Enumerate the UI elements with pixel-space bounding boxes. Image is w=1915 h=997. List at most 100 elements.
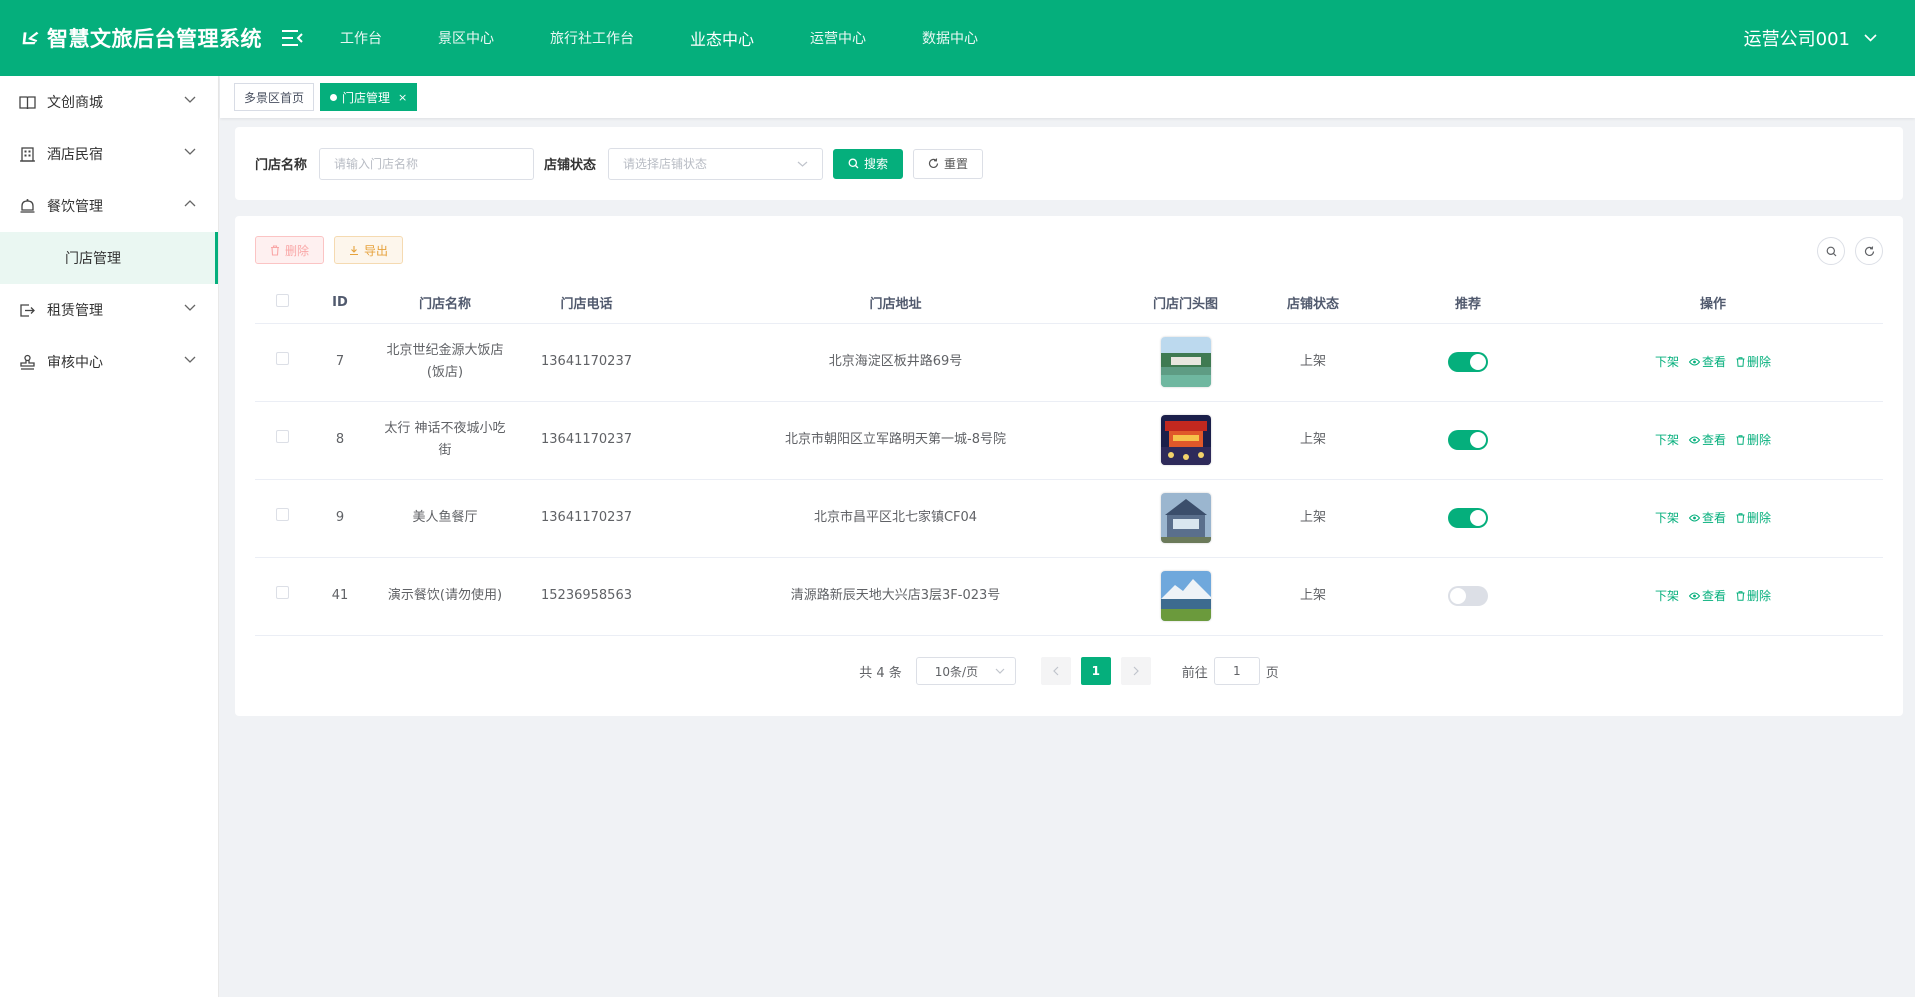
night-market-image[interactable] <box>1160 415 1211 465</box>
chevron-down-icon <box>184 304 196 311</box>
export-button[interactable]: 导出 <box>334 236 404 264</box>
button-label: 删除 <box>1747 433 1772 447</box>
row-checkbox[interactable] <box>276 508 289 521</box>
cell-id: 8 <box>310 401 370 480</box>
delete-button[interactable]: 删除 <box>1736 351 1771 373</box>
recommend-switch[interactable] <box>1448 585 1488 606</box>
menu-toggle-icon[interactable] <box>282 29 304 47</box>
chevron-right-icon <box>1133 666 1139 676</box>
view-button[interactable]: 查看 <box>1688 585 1726 607</box>
sidebar-item-cultural-mall[interactable]: 文创商城 <box>0 76 218 128</box>
topnav-item-travel-agency[interactable]: 旅行社工作台 <box>550 28 634 48</box>
page-size-select[interactable]: 10条/页 <box>915 657 1016 685</box>
column-header: 推荐 <box>1393 282 1543 324</box>
sidebar-item-hotel[interactable]: 酒店民宿 <box>0 128 218 180</box>
row-checkbox[interactable] <box>276 352 289 365</box>
exit-icon <box>20 303 35 317</box>
topnav-item-operations-center[interactable]: 运营中心 <box>810 28 866 48</box>
chevron-down-icon <box>1864 34 1877 42</box>
search-icon <box>1826 246 1836 256</box>
button-label: 删除 <box>1747 355 1772 369</box>
cell-store-name: 演示餐饮(请勿使用) <box>370 557 520 636</box>
pagination: 共 4 条 10条/页 1 前往 页 <box>235 657 1903 685</box>
tab-home[interactable]: 多景区首页 <box>234 83 315 111</box>
column-header: 操作 <box>1543 282 1883 324</box>
cell-phone: 13641170237 <box>520 479 653 558</box>
tab-label: 门店管理 <box>342 90 391 105</box>
trash-icon <box>1736 435 1745 445</box>
eye-icon <box>1688 592 1700 600</box>
row-actions: 下架 查看 删除 <box>1543 585 1883 607</box>
search-form: 门店名称 店铺状态 请选择店铺状态 搜索 重置 <box>235 127 1903 200</box>
offline-button[interactable]: 下架 <box>1655 507 1679 529</box>
offline-button[interactable]: 下架 <box>1655 351 1679 373</box>
cell-address: 北京市朝阳区立军路明天第一城-8号院 <box>653 401 1138 480</box>
offline-button[interactable]: 下架 <box>1655 429 1679 451</box>
refresh-button[interactable] <box>1855 237 1883 265</box>
restaurant-facade-image[interactable] <box>1160 493 1211 543</box>
trash-icon <box>1736 591 1745 601</box>
eye-icon <box>1688 514 1700 522</box>
offline-button[interactable]: 下架 <box>1655 585 1679 607</box>
row-checkbox[interactable] <box>276 586 289 599</box>
topnav-item-workbench[interactable]: 工作台 <box>340 28 382 48</box>
page-number-button[interactable]: 1 <box>1080 657 1111 685</box>
sidebar-item-label: 文创商城 <box>47 95 103 111</box>
sidebar-item-rental[interactable]: 租赁管理 <box>0 284 218 336</box>
button-label: 查看 <box>1701 433 1726 447</box>
eye-icon <box>1688 358 1700 366</box>
batch-delete-button[interactable]: 删除 <box>255 236 325 264</box>
store-name-label: 门店名称 <box>255 158 308 173</box>
search-button[interactable]: 搜索 <box>833 148 904 179</box>
topnav-item-business-center[interactable]: 业态中心 <box>690 26 754 50</box>
eye-icon <box>1688 436 1700 444</box>
recommend-switch[interactable] <box>1448 507 1488 528</box>
reset-button[interactable]: 重置 <box>913 148 984 179</box>
delete-button[interactable]: 删除 <box>1736 507 1771 529</box>
goto-page-input[interactable] <box>1213 657 1260 685</box>
topnav-item-scenic-center[interactable]: 景区中心 <box>438 28 494 48</box>
cell-status: 上架 <box>1233 557 1393 636</box>
store-status-label: 店铺状态 <box>544 158 597 173</box>
mountain-lake-image[interactable] <box>1160 571 1211 621</box>
store-status-select[interactable]: 请选择店铺状态 <box>608 147 824 180</box>
cell-address: 北京海淀区板井路69号 <box>653 323 1138 402</box>
toggle-search-button[interactable] <box>1817 237 1845 265</box>
select-placeholder: 请选择店铺状态 <box>623 157 708 171</box>
cell-phone: 13641170237 <box>520 323 653 402</box>
user-menu[interactable]: 运营公司001 <box>1744 0 1877 76</box>
view-button[interactable]: 查看 <box>1688 507 1726 529</box>
store-name-input[interactable] <box>319 147 535 180</box>
recommend-switch[interactable] <box>1448 429 1488 450</box>
chevron-down-icon <box>184 148 196 155</box>
delete-button[interactable]: 删除 <box>1736 429 1771 451</box>
cell-address: 北京市昌平区北七家镇CF04 <box>653 479 1138 558</box>
refresh-icon <box>929 158 939 168</box>
app-logo[interactable]: 智慧文旅后台管理系统 <box>22 23 262 53</box>
select-all-checkbox[interactable] <box>276 293 289 307</box>
sidebar-item-audit-center[interactable]: 审核中心 <box>0 336 218 388</box>
scenic-lake-image[interactable] <box>1160 337 1211 387</box>
close-icon[interactable]: × <box>398 91 407 104</box>
topnav-item-data-center[interactable]: 数据中心 <box>922 28 978 48</box>
sidebar-item-catering[interactable]: 餐饮管理 <box>0 180 218 232</box>
table-right-tools <box>1807 237 1883 265</box>
sidebar: 文创商城 酒店民宿 餐饮管理 门店管理 租赁管理 审核中心 <box>0 76 219 997</box>
chevron-down-icon <box>184 96 196 103</box>
sidebar-item-store-management[interactable]: 门店管理 <box>0 232 218 284</box>
next-page-button[interactable] <box>1120 657 1151 685</box>
table-header-row: ID 门店名称 门店电话 门店地址 门店门头图 店铺状态 推荐 操作 <box>255 282 1883 324</box>
delete-button[interactable]: 删除 <box>1736 585 1771 607</box>
row-checkbox[interactable] <box>276 430 289 443</box>
recommend-switch[interactable] <box>1448 351 1488 372</box>
prev-page-button[interactable] <box>1040 657 1071 685</box>
tab-label: 多景区首页 <box>244 90 305 105</box>
view-button[interactable]: 查看 <box>1688 429 1726 451</box>
trash-icon <box>1736 357 1745 367</box>
row-actions: 下架 查看 删除 <box>1543 429 1883 451</box>
column-header: 门店名称 <box>370 282 520 324</box>
total-count: 共 4 条 <box>859 665 902 681</box>
view-button[interactable]: 查看 <box>1688 351 1726 373</box>
tab-store-management[interactable]: 门店管理 × <box>320 83 418 111</box>
cell-status: 上架 <box>1233 401 1393 480</box>
